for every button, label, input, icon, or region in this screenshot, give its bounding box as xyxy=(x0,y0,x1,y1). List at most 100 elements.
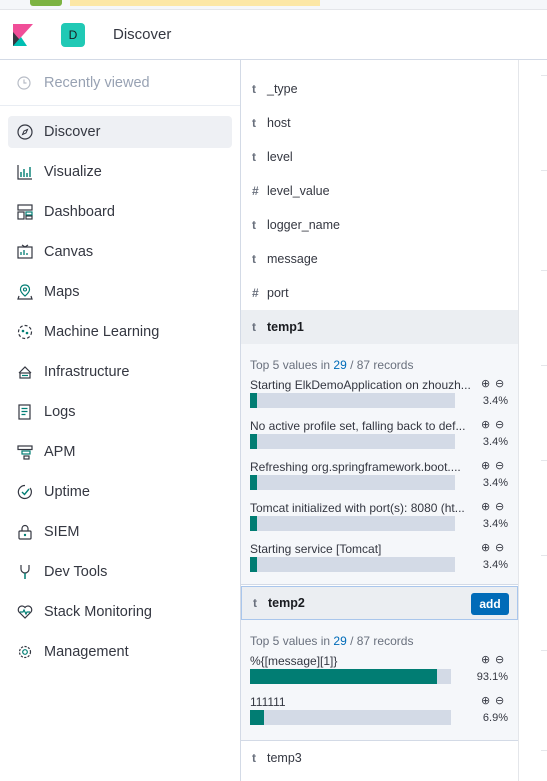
nav-label: Maps xyxy=(44,284,80,300)
side-nav: Recently viewed Discover Visualize Dashb… xyxy=(0,60,241,781)
zoom-in-icon[interactable]: ⊕ xyxy=(481,459,490,472)
field-type-icon: t xyxy=(252,252,256,266)
nav-label: Visualize xyxy=(44,164,102,180)
bucket-percent: 6.9% xyxy=(482,712,508,724)
field-list-panel: t _type t host t level # level_value t l… xyxy=(241,60,518,781)
space-initial: D xyxy=(68,28,78,42)
summary-count-link[interactable]: 29 xyxy=(333,358,346,372)
field-details-temp1: Top 5 values in 29 / 87 records Starting… xyxy=(241,344,518,585)
nav-item-visualize[interactable]: Visualize xyxy=(8,156,232,188)
value-bucket: 111111 ⊕ ⊖ 6.9% xyxy=(250,695,508,735)
nav-item-dev-tools[interactable]: Dev Tools xyxy=(8,556,232,588)
bucket-bar-fill xyxy=(250,475,257,490)
zoom-out-icon[interactable]: ⊖ xyxy=(495,541,504,554)
zoom-in-icon[interactable]: ⊕ xyxy=(481,541,490,554)
field-row[interactable]: t host xyxy=(241,106,518,140)
summary-suffix: / 87 records xyxy=(346,358,414,372)
row-divider xyxy=(541,365,547,366)
bucket-label: Starting service [Tomcat] xyxy=(250,542,382,556)
bucket-bar xyxy=(250,710,451,725)
field-name: host xyxy=(267,116,291,130)
zoom-out-icon[interactable]: ⊖ xyxy=(495,500,504,513)
zoom-in-icon[interactable]: ⊕ xyxy=(481,653,490,666)
bucket-label: No active profile set, falling back to d… xyxy=(250,419,466,433)
field-row[interactable]: t message xyxy=(241,242,518,276)
add-field-button[interactable]: add xyxy=(471,593,509,615)
zoom-out-icon[interactable]: ⊖ xyxy=(495,653,504,666)
bucket-percent: 93.1% xyxy=(476,671,508,683)
row-divider xyxy=(541,270,547,271)
field-type-icon: t xyxy=(252,82,256,96)
zoom-out-icon[interactable]: ⊖ xyxy=(495,418,504,431)
field-row[interactable]: t level xyxy=(241,140,518,174)
field-row-temp2[interactable]: t temp2 add xyxy=(241,586,518,620)
bucket-percent: 3.4% xyxy=(482,436,508,448)
summary-suffix: / 87 records xyxy=(346,634,414,648)
nav-item-canvas[interactable]: Canvas xyxy=(8,236,232,268)
bucket-percent: 3.4% xyxy=(482,559,508,571)
bucket-label: %{[message][1]} xyxy=(250,654,338,668)
field-type-icon: t xyxy=(252,320,256,334)
zoom-out-icon[interactable]: ⊖ xyxy=(495,459,504,472)
zoom-in-icon[interactable]: ⊕ xyxy=(481,694,490,707)
nav-item-infrastructure[interactable]: Infrastructure xyxy=(8,356,232,388)
field-row-temp1[interactable]: t temp1 xyxy=(241,310,518,344)
space-avatar[interactable]: D xyxy=(61,23,85,47)
bucket-percent: 3.4% xyxy=(482,477,508,489)
nav-item-apm[interactable]: APM xyxy=(8,436,232,468)
field-type-icon: # xyxy=(252,286,259,300)
apm-icon xyxy=(16,443,34,461)
canvas-icon xyxy=(16,243,34,261)
bucket-bar xyxy=(250,475,455,490)
machine-learning-icon xyxy=(16,323,34,341)
nav-item-maps[interactable]: Maps xyxy=(8,276,232,308)
clock-icon xyxy=(16,75,32,91)
field-row[interactable]: t logger_name xyxy=(241,208,518,242)
bucket-bar-fill xyxy=(250,669,437,684)
maps-icon xyxy=(16,283,34,301)
nav-item-dashboard[interactable]: Dashboard xyxy=(8,196,232,228)
recently-viewed[interactable]: Recently viewed xyxy=(0,60,240,106)
top-values-summary: Top 5 values in 29 / 87 records xyxy=(250,358,413,372)
nav-item-machine-learning[interactable]: Machine Learning xyxy=(8,316,232,348)
nav-item-management[interactable]: Management xyxy=(8,636,232,668)
value-bucket: Starting ElkDemoApplication on zhouzh...… xyxy=(250,378,508,418)
zoom-out-icon[interactable]: ⊖ xyxy=(495,377,504,390)
nav-item-logs[interactable]: Logs xyxy=(8,396,232,428)
kibana-logo-icon[interactable] xyxy=(13,24,33,46)
bucket-percent: 3.4% xyxy=(482,518,508,530)
field-name: temp1 xyxy=(267,320,304,334)
value-bucket: Tomcat initialized with port(s): 8080 (h… xyxy=(250,501,508,541)
field-row[interactable]: # port xyxy=(241,276,518,310)
bucket-label: Refreshing org.springframework.boot.... xyxy=(250,460,461,474)
field-name: temp3 xyxy=(267,751,302,765)
field-name: level_value xyxy=(267,184,330,198)
nav-label: Logs xyxy=(44,404,76,420)
row-divider xyxy=(541,170,547,171)
bucket-bar xyxy=(250,516,455,531)
field-row[interactable]: # level_value xyxy=(241,174,518,208)
field-row-temp3[interactable]: t temp3 xyxy=(241,741,518,775)
nav-item-siem[interactable]: SIEM xyxy=(8,516,232,548)
breadcrumb[interactable]: Discover xyxy=(113,26,171,43)
nav-item-uptime[interactable]: Uptime xyxy=(8,476,232,508)
bucket-bar-fill xyxy=(250,710,264,725)
field-type-icon: t xyxy=(252,218,256,232)
nav-item-discover[interactable]: Discover xyxy=(8,116,232,148)
nav-item-stack-monitoring[interactable]: Stack Monitoring xyxy=(8,596,232,628)
zoom-in-icon[interactable]: ⊕ xyxy=(481,500,490,513)
top-strip-marker xyxy=(30,0,62,6)
bucket-bar-fill xyxy=(250,516,257,531)
stack-monitoring-icon xyxy=(16,603,34,621)
field-row[interactable]: t _type xyxy=(241,72,518,106)
row-divider xyxy=(541,750,547,751)
zoom-in-icon[interactable]: ⊕ xyxy=(481,377,490,390)
nav-label: Dashboard xyxy=(44,204,115,220)
nav-label: Discover xyxy=(44,124,101,140)
field-type-icon: t xyxy=(252,751,256,765)
summary-prefix: Top 5 values in xyxy=(250,358,334,372)
zoom-out-icon[interactable]: ⊖ xyxy=(495,694,504,707)
nav-label: Canvas xyxy=(44,244,94,260)
summary-count-link[interactable]: 29 xyxy=(333,634,346,648)
zoom-in-icon[interactable]: ⊕ xyxy=(481,418,490,431)
